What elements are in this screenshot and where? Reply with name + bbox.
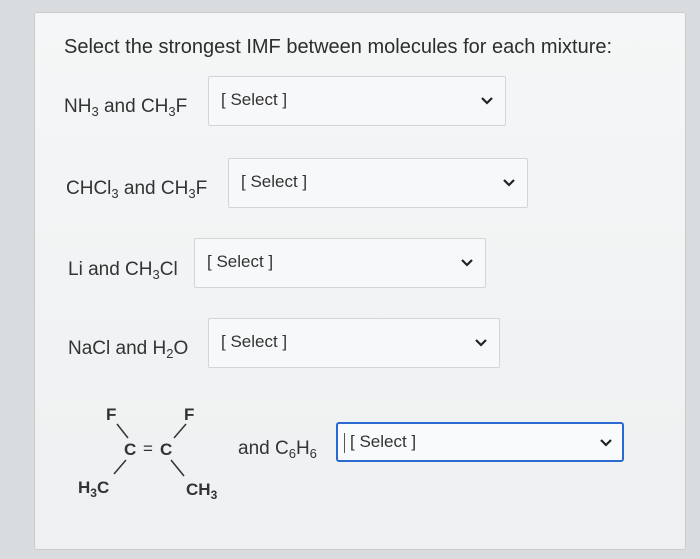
bond-lines <box>113 423 187 477</box>
row-5-select-value: [ Select ] <box>343 432 417 453</box>
row-5-select[interactable]: [ Select ] <box>336 422 624 462</box>
row-5-label: and C6H6 <box>238 438 317 461</box>
chevron-down-icon <box>600 439 612 447</box>
